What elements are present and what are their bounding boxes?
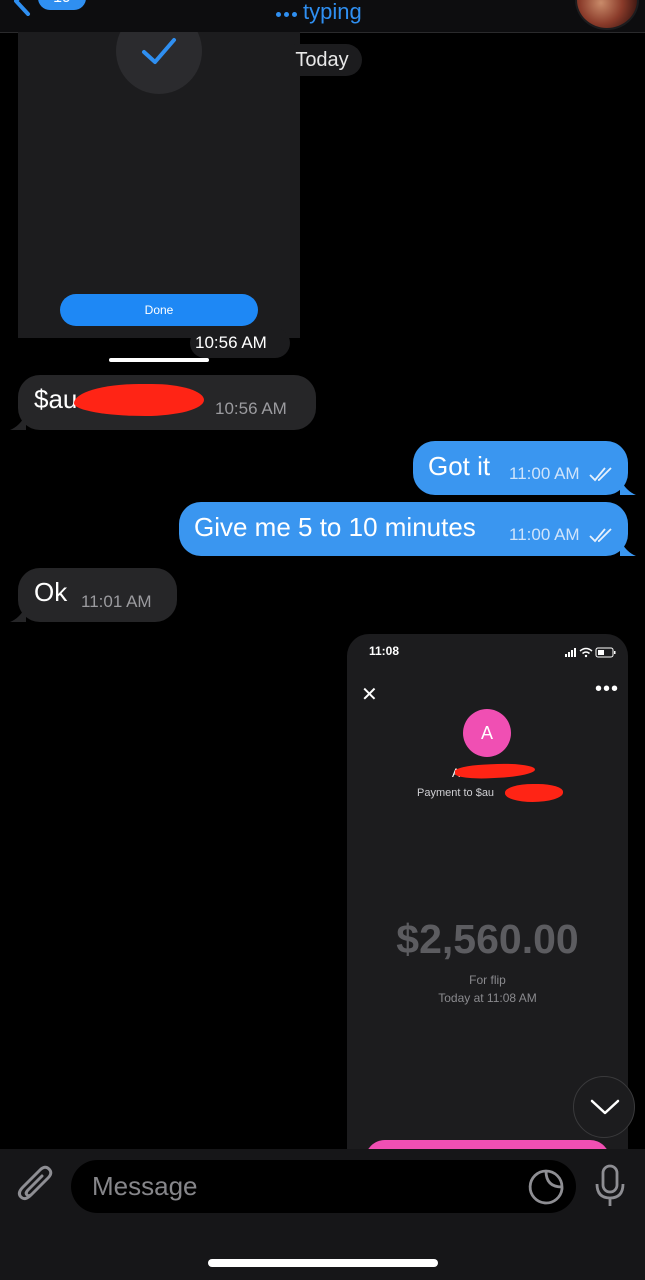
typing-indicator: typing <box>276 0 362 27</box>
unread-count-badge[interactable]: 19 <box>38 0 86 10</box>
message-time: 11:00 AM <box>509 525 580 544</box>
bubble-tail <box>10 606 26 622</box>
message-input[interactable] <box>71 1160 576 1213</box>
redaction-mark <box>74 384 204 416</box>
paperclip-icon[interactable] <box>16 1164 56 1208</box>
message-time: 11:00 AM <box>509 464 580 483</box>
chevron-down-icon <box>590 1099 620 1115</box>
typing-status-text: typing <box>303 0 362 24</box>
payment-amount: $2,560.00 <box>396 916 579 962</box>
close-icon: ✕ <box>361 684 378 706</box>
bubble-tail <box>620 479 636 495</box>
checkmark-icon <box>142 38 176 64</box>
message-time: 10:56 AM <box>215 399 287 418</box>
status-bar-icons <box>565 647 616 658</box>
payment-date: Today at 11:08 AM <box>438 991 537 1005</box>
image-message-screenshot[interactable]: Done <box>18 32 300 338</box>
payment-to-label: Payment to $au <box>417 787 495 799</box>
payment-note: For flip <box>469 973 506 987</box>
message-time: 11:01 AM <box>81 592 152 611</box>
double-check-icon <box>589 467 612 482</box>
message-text: Got it <box>428 451 491 481</box>
more-icon: ••• <box>595 678 620 700</box>
bubble-tail <box>620 540 636 556</box>
redaction-mark <box>505 784 563 802</box>
message-text: Ok <box>34 577 68 607</box>
screenshot-status-time: 11:08 <box>369 644 400 658</box>
sticker-icon[interactable] <box>527 1168 565 1206</box>
done-button: Done <box>60 294 258 326</box>
message-text: Give me 5 to 10 minutes <box>194 512 476 542</box>
redaction-mark <box>454 761 536 781</box>
message-text: $au <box>34 384 78 414</box>
double-check-icon <box>589 528 612 543</box>
bubble-tail <box>10 414 26 430</box>
recipient-avatar: A <box>463 709 511 757</box>
microphone-icon[interactable] <box>594 1164 626 1208</box>
date-separator: Today <box>282 44 362 76</box>
image-message-payment-screenshot[interactable]: 11:08 ✕ ••• A A Payment to $au $2,560.00… <box>347 634 628 1154</box>
back-chevron-icon[interactable] <box>8 0 38 16</box>
typing-dots-icon <box>276 11 297 17</box>
screenshot-home-bar <box>109 358 209 362</box>
scroll-to-bottom-button[interactable] <box>573 1076 635 1138</box>
home-indicator <box>208 1259 438 1267</box>
check-circle <box>116 32 202 94</box>
image-timestamp: 10:56 AM <box>195 333 267 352</box>
